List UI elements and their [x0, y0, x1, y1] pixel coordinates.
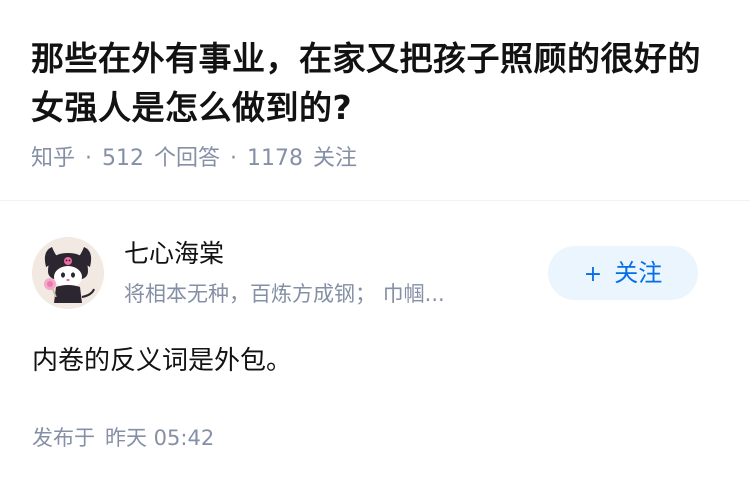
published-label: 发布于: [32, 426, 95, 450]
source-label[interactable]: 知乎: [31, 146, 75, 171]
author-bio: 将相本无种，百炼方成钢； 巾帼...: [124, 282, 445, 306]
question-meta: 知乎 · 512 个回答 · 1178 关注: [31, 143, 357, 175]
plus-icon: +: [583, 262, 603, 287]
meta-separator: ·: [85, 146, 93, 171]
follower-count-label: 关注: [313, 146, 358, 171]
answer-timestamp: 发布于 昨天 05:42: [32, 422, 214, 454]
author-name[interactable]: 七心海棠: [124, 236, 224, 272]
answer-page: 那些在外有事业，在家又把孩子照顾的很好的女强人是怎么做到的? 知乎 · 512 个回答…: [0, 0, 750, 490]
published-time: 昨天 05:42: [105, 426, 215, 450]
question-title[interactable]: 那些在外有事业，在家又把孩子照顾的很好的女强人是怎么做到的?: [31, 34, 731, 132]
follower-count: 1178: [247, 146, 304, 171]
answer-count-label: 个回答: [154, 146, 221, 171]
section-divider: [0, 200, 750, 201]
answer-count: 512: [102, 146, 145, 171]
follow-button[interactable]: + 关注: [548, 246, 698, 300]
kuromi-avatar-icon[interactable]: [32, 237, 104, 309]
answer-content[interactable]: 内卷的反义词是外包。: [32, 342, 292, 380]
meta-separator: ·: [230, 146, 238, 171]
follow-button-label: 关注: [614, 259, 663, 287]
